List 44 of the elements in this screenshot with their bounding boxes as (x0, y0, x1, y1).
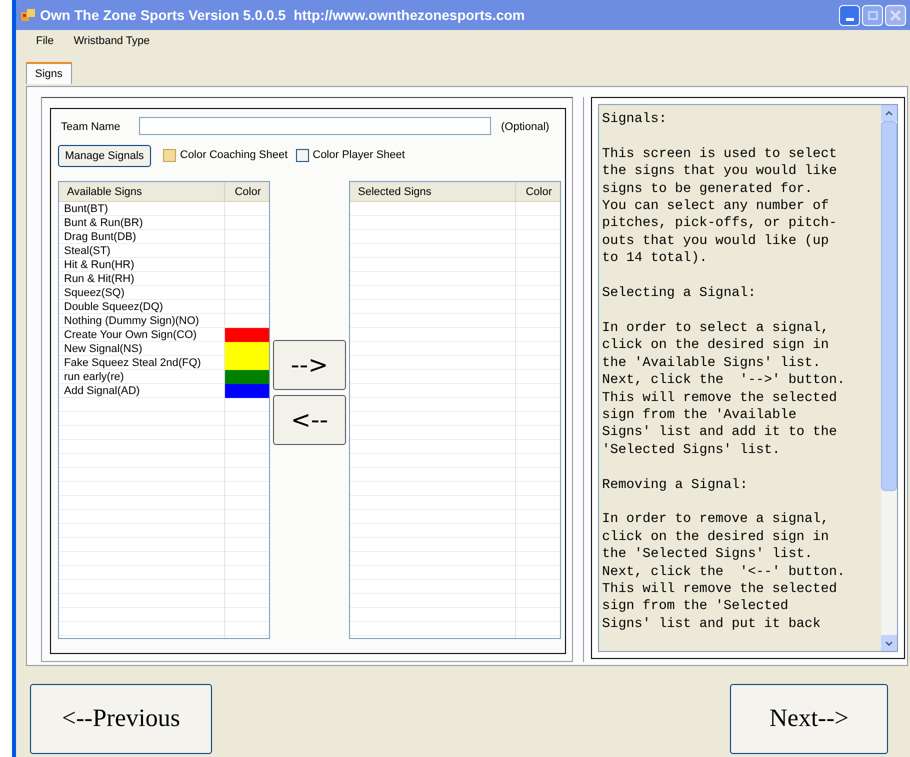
column-header[interactable]: Available Signs (59, 182, 225, 201)
list-item[interactable]: Nothing (Dummy Sign)(NO) (59, 314, 224, 328)
column-header[interactable]: Color (225, 182, 269, 201)
maximize-button[interactable] (862, 4, 883, 26)
move-button[interactable]: --> (273, 340, 346, 390)
menu-item[interactable]: File (36, 32, 54, 50)
list-item[interactable]: Bunt(BT) (59, 202, 224, 216)
checkbox-label: Color Player Sheet (312, 148, 405, 163)
checkbox[interactable] (296, 148, 309, 162)
scroll-down-icon (885, 640, 893, 646)
team-name-label: Team Name (61, 120, 120, 135)
window-title: Own The Zone Sports Version 5.0.0.5 http://www.ownthezonesports.com (40, 6, 525, 25)
app-icon (20, 7, 36, 23)
column-header[interactable]: Color (516, 182, 560, 201)
move-button[interactable]: <-- (273, 395, 346, 445)
manage-signals-button[interactable]: Manage Signals (58, 145, 151, 167)
previous-button[interactable]: <--Previous (30, 684, 212, 754)
list-item[interactable]: Run & Hit(RH) (59, 272, 224, 286)
menu-item[interactable]: Wristband Type (74, 32, 150, 50)
list-item[interactable]: Squeez(SQ) (59, 286, 224, 300)
list-item[interactable]: Create Your Own Sign(CO) (59, 328, 224, 342)
list-view[interactable] (58, 181, 270, 639)
scroll-up-icon (885, 110, 893, 116)
list-item[interactable]: Steal(ST) (59, 244, 224, 258)
next-button[interactable]: Next--> (730, 684, 888, 754)
close-button[interactable] (885, 4, 906, 26)
optional-hint: (Optional) (501, 120, 550, 135)
tab[interactable]: Signs (26, 62, 72, 84)
team-name-field[interactable] (139, 117, 491, 135)
checkbox-label: Color Coaching Sheet (180, 148, 288, 163)
list-item[interactable]: Fake Squeez Steal 2nd(FQ) (59, 356, 224, 370)
list-view[interactable]: Selected Signs Color (349, 181, 561, 639)
list-item[interactable]: Add Signal(AD) (59, 384, 224, 398)
list-item[interactable]: Bunt & Run(BR) (59, 216, 224, 230)
list-item[interactable]: Double Squeez(DQ) (59, 300, 224, 314)
help-text: Signals: This screen is used to select the signs that you would like signs to be generated for. You can select any number of pitches, pick-offs, or pitch- outs that you would like (up to 14 total). Selecting a Signal: In order to select a signal, click on the desired sign in the 'Available Signs' list. Next, click the '-->' button. This will remove the selected sign from the 'Available Signs' list and add it to the 'Selected Signs' list. Removing a Signal: In order to remove a signal, click on the desired sign in the 'Selected Signs' list. Next, click the '<--' button. This will remove the selected sign from the 'Selected Signs' list and put it back (601, 111, 846, 634)
list-item[interactable]: New Signal(NS) (59, 342, 224, 356)
list-item[interactable]: Hit & Run(HR) (59, 258, 224, 272)
column-header[interactable]: Selected Signs (350, 182, 516, 201)
list-item[interactable]: Drag Bunt(DB) (59, 230, 224, 244)
close-icon (890, 10, 901, 20)
minimize-button[interactable] (839, 4, 860, 26)
list-item[interactable]: run early(re) (59, 370, 224, 384)
scrollbar[interactable] (881, 105, 897, 651)
